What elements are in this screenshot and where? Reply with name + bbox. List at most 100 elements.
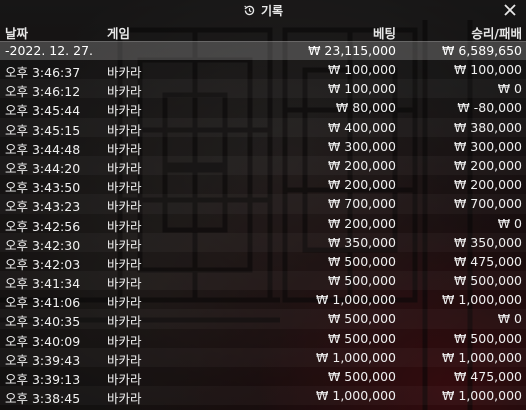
row-result: ₩ -80,000 <box>457 100 522 116</box>
row-time: 오후 3:43:50 <box>5 180 81 196</box>
row-time: 오후 3:43:23 <box>5 199 81 215</box>
row-game: 바카라 <box>107 84 142 100</box>
history-list: 오후 3:46:37 바카라 ₩ 100,000 ₩ 100,000 오후 3:46:1… <box>0 60 526 407</box>
row-result: ₩ 475,000 <box>453 253 522 269</box>
row-game: 바카라 <box>107 103 142 119</box>
row-time: 오후 3:45:15 <box>5 122 81 138</box>
row-result: ₩ 1,000,000 <box>442 388 522 404</box>
table-row[interactable]: 오후 3:44:20 바카라 ₩ 200,000 ₩ 200,000 <box>0 156 526 176</box>
row-game: 바카라 <box>107 314 142 330</box>
row-time: 오후 3:46:12 <box>5 84 81 100</box>
row-game: 바카라 <box>107 199 142 215</box>
table-row[interactable]: 오후 3:45:15 바카라 ₩ 400,000 ₩ 380,000 <box>0 118 526 138</box>
row-game: 바카라 <box>107 180 142 196</box>
row-bet: ₩ 1,000,000 <box>316 349 396 365</box>
row-bet: ₩ 100,000 <box>327 62 396 77</box>
row-bet: ₩ 300,000 <box>327 138 396 154</box>
table-row[interactable]: 오후 3:39:43 바카라 ₩ 1,000,000 ₩ 1,000,000 <box>0 348 526 368</box>
table-header: 날짜 게임 베팅 승리/패배 <box>0 20 526 42</box>
row-time: 오후 3:41:06 <box>5 295 81 311</box>
table-row[interactable]: 오후 3:40:09 바카라 ₩ 500,000 ₩ 500,000 <box>0 329 526 349</box>
row-game: 바카라 <box>107 256 142 272</box>
row-game: 바카라 <box>107 218 142 234</box>
table-row[interactable]: 오후 3:44:48 바카라 ₩ 300,000 ₩ 300,000 <box>0 137 526 157</box>
row-bet: ₩ 200,000 <box>327 215 396 231</box>
row-game: 바카라 <box>107 237 142 253</box>
row-game: 바카라 <box>107 160 142 176</box>
row-time: 오후 3:41:34 <box>5 276 81 292</box>
header-result: 승리/패배 <box>471 26 522 41</box>
summary-date: -2022. 12. 27. <box>5 43 94 58</box>
table-row[interactable]: 오후 3:38:45 바카라 ₩ 1,000,000 ₩ 1,000,000 <box>0 386 526 407</box>
row-bet: ₩ 500,000 <box>327 330 396 346</box>
close-button[interactable] <box>502 2 518 18</box>
row-bet: ₩ 100,000 <box>327 81 396 97</box>
history-panel: 기록 날짜 게임 베팅 승리/패배 -2022. 12. 27. ₩ 23,11… <box>0 0 526 410</box>
row-time: 오후 3:39:43 <box>5 352 81 368</box>
table-row[interactable]: 오후 3:39:13 바카라 ₩ 500,000 ₩ 475,000 <box>0 367 526 387</box>
row-bet: ₩ 200,000 <box>327 177 396 193</box>
row-bet: ₩ 500,000 <box>327 369 396 384</box>
row-game: 바카라 <box>107 122 142 138</box>
row-bet: ₩ 500,000 <box>327 273 396 289</box>
table-row[interactable]: 오후 3:46:12 바카라 ₩ 100,000 ₩ 0 <box>0 79 526 100</box>
row-bet: ₩ 1,000,000 <box>316 388 396 404</box>
clock-history-icon <box>244 5 255 15</box>
row-result: ₩ 1,000,000 <box>442 292 522 308</box>
table-row[interactable]: 오후 3:46:37 바카라 ₩ 100,000 ₩ 100,000 <box>0 60 526 80</box>
row-time: 오후 3:40:35 <box>5 314 81 330</box>
row-result: ₩ 100,000 <box>453 62 522 77</box>
row-time: 오후 3:42:30 <box>5 237 81 253</box>
row-time: 오후 3:38:45 <box>5 391 81 407</box>
title-bar: 기록 <box>0 0 526 20</box>
row-bet: ₩ 500,000 <box>327 253 396 269</box>
row-time: 오후 3:40:09 <box>5 333 81 349</box>
row-bet: ₩ 1,000,000 <box>316 292 396 308</box>
date-summary-row[interactable]: -2022. 12. 27. ₩ 23,115,000 ₩ 6,589,650 <box>0 41 526 60</box>
row-result: ₩ 380,000 <box>453 119 522 135</box>
row-game: 바카라 <box>107 333 142 349</box>
header-game: 게임 <box>107 26 131 41</box>
row-result: ₩ 475,000 <box>453 369 522 384</box>
row-game: 바카라 <box>107 352 142 368</box>
row-result: ₩ 0 <box>497 81 522 97</box>
table-row[interactable]: 오후 3:45:44 바카라 ₩ 80,000 ₩ -80,000 <box>0 98 526 119</box>
row-bet: ₩ 200,000 <box>327 157 396 173</box>
table-row[interactable]: 오후 3:42:56 바카라 ₩ 200,000 ₩ 0 <box>0 214 526 234</box>
table-row[interactable]: 오후 3:41:06 바카라 ₩ 1,000,000 ₩ 1,000,000 <box>0 290 526 311</box>
table-row[interactable]: 오후 3:42:30 바카라 ₩ 350,000 ₩ 350,000 <box>0 233 526 253</box>
row-result: ₩ 500,000 <box>453 273 522 289</box>
row-bet: ₩ 350,000 <box>327 234 396 250</box>
row-game: 바카라 <box>107 295 142 311</box>
window-title: 기록 <box>260 3 284 18</box>
row-time: 오후 3:46:37 <box>5 65 81 80</box>
row-time: 오후 3:45:44 <box>5 103 81 119</box>
row-game: 바카라 <box>107 276 142 292</box>
row-bet: ₩ 80,000 <box>335 100 396 116</box>
row-bet: ₩ 500,000 <box>327 311 396 327</box>
row-time: 오후 3:39:13 <box>5 372 81 387</box>
table-row[interactable]: 오후 3:42:03 바카라 ₩ 500,000 ₩ 475,000 <box>0 252 526 272</box>
row-result: ₩ 500,000 <box>453 330 522 346</box>
row-game: 바카라 <box>107 141 142 157</box>
header-date: 날짜 <box>5 26 29 41</box>
row-time: 오후 3:44:20 <box>5 160 81 176</box>
table-row[interactable]: 오후 3:43:23 바카라 ₩ 700,000 ₩ 700,000 <box>0 194 526 215</box>
row-result: ₩ 1,000,000 <box>442 349 522 365</box>
table-row[interactable]: 오후 3:41:34 바카라 ₩ 500,000 ₩ 500,000 <box>0 271 526 292</box>
row-game: 바카라 <box>107 65 142 80</box>
row-result: ₩ 700,000 <box>453 196 522 212</box>
table-row[interactable]: 오후 3:40:35 바카라 ₩ 500,000 ₩ 0 <box>0 309 526 330</box>
row-bet: ₩ 700,000 <box>327 196 396 212</box>
row-result: ₩ 350,000 <box>453 234 522 250</box>
row-result: ₩ 200,000 <box>453 157 522 173</box>
row-result: ₩ 300,000 <box>453 138 522 154</box>
table-row[interactable]: 오후 3:43:50 바카라 ₩ 200,000 ₩ 200,000 <box>0 175 526 196</box>
row-time: 오후 3:42:56 <box>5 218 81 234</box>
row-time: 오후 3:42:03 <box>5 256 81 272</box>
close-icon <box>504 4 516 16</box>
summary-result: ₩ 6,589,650 <box>442 43 522 58</box>
row-result: ₩ 0 <box>497 311 522 327</box>
summary-bet: ₩ 23,115,000 <box>308 43 396 58</box>
row-game: 바카라 <box>107 391 142 407</box>
